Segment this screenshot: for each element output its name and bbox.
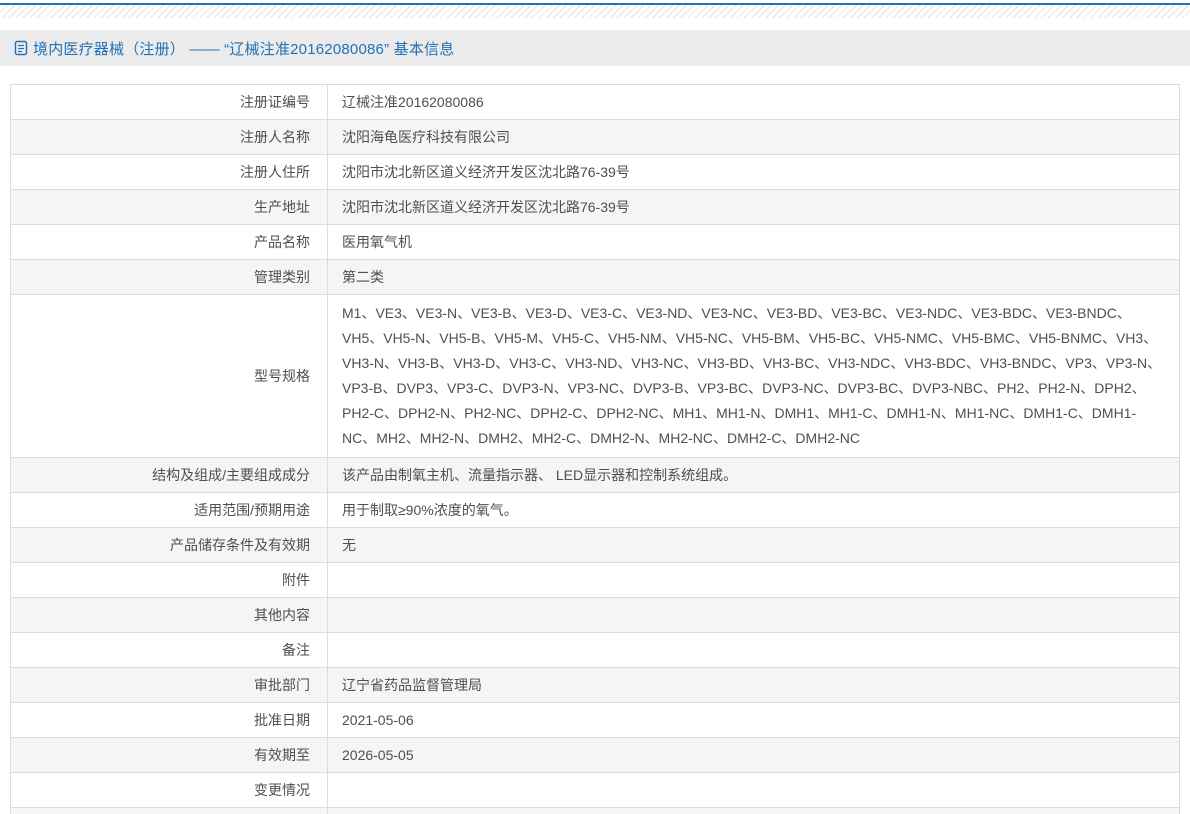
registration-table-body: 注册证编号辽械注准20162080086注册人名称沈阳海龟医疗科技有限公司注册人… [11,85,1180,814]
row-label: 适用范围/预期用途 [11,493,328,528]
row-value: 沈阳海龟医疗科技有限公司 [328,120,1180,155]
table-row: 注详情 [11,808,1180,814]
row-value: 辽械注准20162080086 [328,85,1180,120]
row-label: 产品储存条件及有效期 [11,528,328,563]
row-label: 管理类别 [11,260,328,295]
row-value: 用于制取≥90%浓度的氧气。 [328,493,1180,528]
row-value: 沈阳市沈北新区道义经济开发区沈北路76-39号 [328,190,1180,225]
row-value: 第二类 [328,260,1180,295]
row-label: 注册证编号 [11,85,328,120]
section-header-bar: 境内医疗器械（注册） —— “辽械注准20162080086” 基本信息 [0,30,1190,66]
row-value: 无 [328,528,1180,563]
row-label: 注册人名称 [11,120,328,155]
row-label: 结构及组成/主要组成成分 [11,458,328,493]
table-row: 结构及组成/主要组成成分该产品由制氧主机、流量指示器、 LED显示器和控制系统组… [11,458,1180,493]
table-row: 审批部门辽宁省药品监督管理局 [11,668,1180,703]
table-row: 有效期至2026-05-05 [11,738,1180,773]
table-row: 注册人住所沈阳市沈北新区道义经济开发区沈北路76-39号 [11,155,1180,190]
row-value: 2026-05-05 [328,738,1180,773]
registration-detail-page: 境内医疗器械（注册） —— “辽械注准20162080086” 基本信息 注册证… [0,0,1190,814]
row-value [328,773,1180,808]
table-row: 附件 [11,563,1180,598]
row-value [328,598,1180,633]
table-row: 产品储存条件及有效期无 [11,528,1180,563]
row-label: 变更情况 [11,773,328,808]
row-value: 沈阳市沈北新区道义经济开发区沈北路76-39号 [328,155,1180,190]
row-label: 批准日期 [11,703,328,738]
row-value: 医用氧气机 [328,225,1180,260]
row-label: 备注 [11,633,328,668]
table-row: 生产地址沈阳市沈北新区道义经济开发区沈北路76-39号 [11,190,1180,225]
row-label: 有效期至 [11,738,328,773]
row-value: 详情 [328,808,1180,814]
row-label: 审批部门 [11,668,328,703]
row-label: 型号规格 [11,295,328,458]
table-row: 批准日期2021-05-06 [11,703,1180,738]
hatch-stripe-band [0,5,1190,18]
row-value: 辽宁省药品监督管理局 [328,668,1180,703]
row-label: 注册人住所 [11,155,328,190]
row-label: 其他内容 [11,598,328,633]
registration-table: 注册证编号辽械注准20162080086注册人名称沈阳海龟医疗科技有限公司注册人… [10,84,1180,814]
table-row: 产品名称医用氧气机 [11,225,1180,260]
table-row: 注册证编号辽械注准20162080086 [11,85,1180,120]
row-label: 附件 [11,563,328,598]
row-value: 2021-05-06 [328,703,1180,738]
row-label: 注 [11,808,328,814]
table-row: 型号规格M1、VE3、VE3-N、VE3-B、VE3-D、VE3-C、VE3-N… [11,295,1180,458]
table-row: 管理类别第二类 [11,260,1180,295]
row-value: M1、VE3、VE3-N、VE3-B、VE3-D、VE3-C、VE3-ND、VE… [328,295,1180,458]
table-row: 变更情况 [11,773,1180,808]
document-icon [14,40,28,56]
row-value: 该产品由制氧主机、流量指示器、 LED显示器和控制系统组成。 [328,458,1180,493]
row-value [328,563,1180,598]
table-row: 其他内容 [11,598,1180,633]
table-row: 注册人名称沈阳海龟医疗科技有限公司 [11,120,1180,155]
row-value [328,633,1180,668]
page-title: 境内医疗器械（注册） —— “辽械注准20162080086” 基本信息 [33,38,454,59]
row-label: 生产地址 [11,190,328,225]
table-row: 适用范围/预期用途用于制取≥90%浓度的氧气。 [11,493,1180,528]
row-label: 产品名称 [11,225,328,260]
table-row: 备注 [11,633,1180,668]
